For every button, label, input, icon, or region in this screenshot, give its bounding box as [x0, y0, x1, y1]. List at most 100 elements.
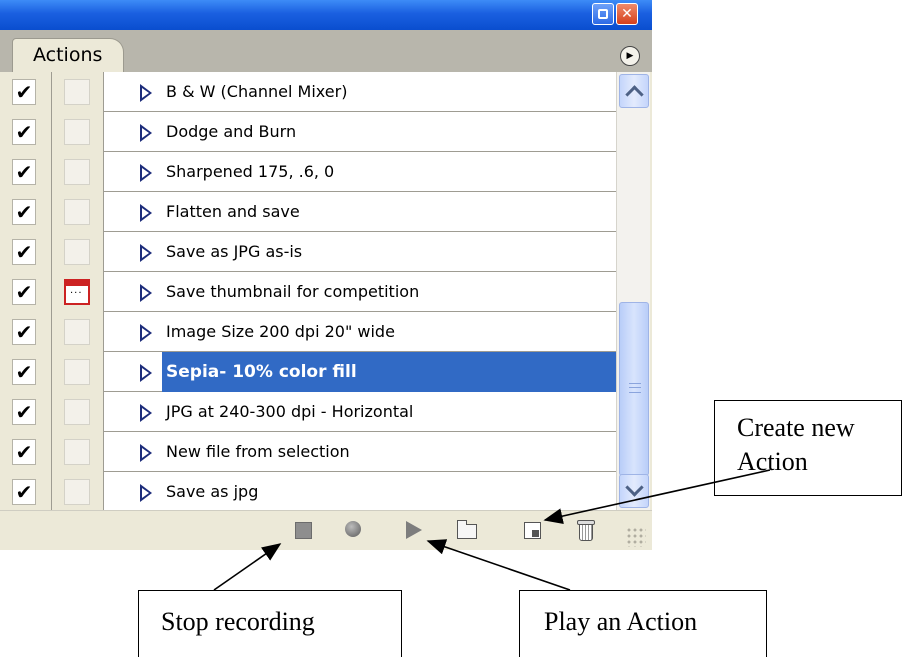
- action-cell[interactable]: New file from selection: [104, 432, 616, 472]
- dialog-toggle[interactable]: [64, 319, 90, 345]
- dialog-column: [52, 72, 104, 112]
- expand-triangle-icon[interactable]: [140, 484, 152, 502]
- toggle-checkbox[interactable]: ✔: [12, 159, 36, 185]
- scroll-down-button[interactable]: [619, 474, 649, 508]
- checkmark-icon: ✔: [15, 280, 33, 304]
- play-button[interactable]: [403, 519, 425, 541]
- grip-icon: [629, 383, 641, 393]
- action-row[interactable]: ✔ Save as jpg: [0, 472, 616, 512]
- action-row[interactable]: ✔ Image Size 200 dpi 20" wide: [0, 312, 616, 352]
- action-row[interactable]: ✔ Sharpened 175, .6, 0: [0, 152, 616, 192]
- expand-triangle-icon[interactable]: [140, 204, 152, 222]
- stop-button[interactable]: [293, 519, 315, 541]
- action-row[interactable]: ✔ Dodge and Burn: [0, 112, 616, 152]
- dialog-toggle[interactable]: [64, 439, 90, 465]
- toggle-checkbox[interactable]: ✔: [12, 439, 36, 465]
- toggle-checkbox[interactable]: ✔: [12, 399, 36, 425]
- action-row[interactable]: ✔ B & W (Channel Mixer): [0, 72, 616, 112]
- action-cell[interactable]: JPG at 240-300 dpi - Horizontal: [104, 392, 616, 432]
- tab-actions[interactable]: Actions: [12, 38, 124, 72]
- dialog-toggle[interactable]: [64, 399, 90, 425]
- dialog-toggle[interactable]: [64, 359, 90, 385]
- new-action-button[interactable]: [522, 519, 544, 541]
- expand-triangle-icon[interactable]: [140, 444, 152, 462]
- expand-triangle-icon[interactable]: [140, 404, 152, 422]
- vertical-scrollbar[interactable]: [616, 72, 650, 510]
- action-row[interactable]: ✔ New file from selection: [0, 432, 616, 472]
- action-cell[interactable]: Sepia- 10% color fill: [104, 352, 616, 392]
- toggle-column: ✔: [0, 392, 52, 432]
- expand-triangle-icon[interactable]: [140, 244, 152, 262]
- expand-triangle-icon[interactable]: [140, 84, 152, 102]
- dialog-toggle[interactable]: [64, 239, 90, 265]
- toggle-checkbox[interactable]: ✔: [12, 239, 36, 265]
- action-row[interactable]: ✔ Save as JPG as-is: [0, 232, 616, 272]
- action-label: Sepia- 10% color fill: [166, 362, 357, 382]
- delete-button[interactable]: [575, 519, 597, 541]
- toggle-checkbox[interactable]: ✔: [12, 279, 36, 305]
- expand-triangle-icon[interactable]: [140, 284, 152, 302]
- chevron-down-icon: [625, 478, 644, 497]
- expand-triangle-icon[interactable]: [140, 364, 152, 382]
- toggle-column: ✔: [0, 432, 52, 472]
- toggle-checkbox[interactable]: ✔: [12, 359, 36, 385]
- callout-stop-recording: Stop recording: [138, 590, 402, 657]
- scroll-thumb[interactable]: [619, 302, 649, 476]
- dialog-toggle-icon[interactable]: [64, 279, 90, 305]
- dialog-toggle[interactable]: [64, 479, 90, 505]
- toggle-checkbox[interactable]: ✔: [12, 199, 36, 225]
- dialog-toggle[interactable]: [64, 199, 90, 225]
- minimize-button[interactable]: [592, 3, 614, 25]
- dialog-toggle[interactable]: [64, 119, 90, 145]
- checkmark-icon: ✔: [15, 320, 33, 344]
- action-cell[interactable]: Save as JPG as-is: [104, 232, 616, 272]
- record-button[interactable]: [343, 519, 365, 541]
- action-cell[interactable]: Flatten and save: [104, 192, 616, 232]
- panel-menu-button[interactable]: ▶: [620, 46, 640, 66]
- toggle-column: ✔: [0, 192, 52, 232]
- minimize-icon: [598, 9, 608, 19]
- title-bar[interactable]: ✕: [0, 0, 652, 30]
- resize-grip[interactable]: [626, 527, 646, 547]
- toggle-checkbox[interactable]: ✔: [12, 79, 36, 105]
- checkmark-icon: ✔: [15, 480, 33, 504]
- action-cell[interactable]: Save as jpg: [104, 472, 616, 512]
- action-label: Dodge and Burn: [166, 122, 297, 141]
- dialog-toggle[interactable]: [64, 159, 90, 185]
- action-label: Save as jpg: [166, 482, 259, 501]
- action-cell[interactable]: Save thumbnail for competition: [104, 272, 616, 312]
- dialog-column: [52, 152, 104, 192]
- toggle-checkbox[interactable]: ✔: [12, 479, 36, 505]
- dialog-toggle[interactable]: [64, 79, 90, 105]
- new-set-button[interactable]: [456, 519, 478, 541]
- action-cell[interactable]: Sharpened 175, .6, 0: [104, 152, 616, 192]
- panel-menu-icon: ▶: [626, 51, 634, 61]
- action-row[interactable]: ✔ Sepia- 10% color fill: [0, 352, 616, 392]
- close-button[interactable]: ✕: [616, 3, 638, 25]
- actions-list: ✔ B & W (Channel Mixer) ✔ Dodge and Burn ✔ Sh…: [0, 72, 616, 512]
- action-cell[interactable]: Image Size 200 dpi 20" wide: [104, 312, 616, 352]
- checkmark-icon: ✔: [15, 440, 33, 464]
- toggle-column: ✔: [0, 72, 52, 112]
- action-cell[interactable]: Dodge and Burn: [104, 112, 616, 152]
- action-cell[interactable]: B & W (Channel Mixer): [104, 72, 616, 112]
- toggle-checkbox[interactable]: ✔: [12, 319, 36, 345]
- expand-triangle-icon[interactable]: [140, 164, 152, 182]
- callout-play-action: Play an Action: [519, 590, 767, 657]
- action-row[interactable]: ✔ JPG at 240-300 dpi - Horizontal: [0, 392, 616, 432]
- expand-triangle-icon[interactable]: [140, 324, 152, 342]
- toggle-checkbox[interactable]: ✔: [12, 119, 36, 145]
- action-row[interactable]: ✔ Save thumbnail for competition: [0, 272, 616, 312]
- checkmark-icon: ✔: [15, 200, 33, 224]
- dialog-column: [52, 232, 104, 272]
- checkmark-icon: ✔: [15, 400, 33, 424]
- scroll-up-button[interactable]: [619, 74, 649, 108]
- checkmark-icon: ✔: [15, 80, 33, 104]
- callout-create-line1: Create new: [737, 413, 855, 442]
- checkmark-icon: ✔: [15, 360, 33, 384]
- toggle-column: ✔: [0, 472, 52, 512]
- toggle-column: ✔: [0, 152, 52, 192]
- expand-triangle-icon[interactable]: [140, 124, 152, 142]
- action-row[interactable]: ✔ Flatten and save: [0, 192, 616, 232]
- play-icon: [406, 521, 422, 539]
